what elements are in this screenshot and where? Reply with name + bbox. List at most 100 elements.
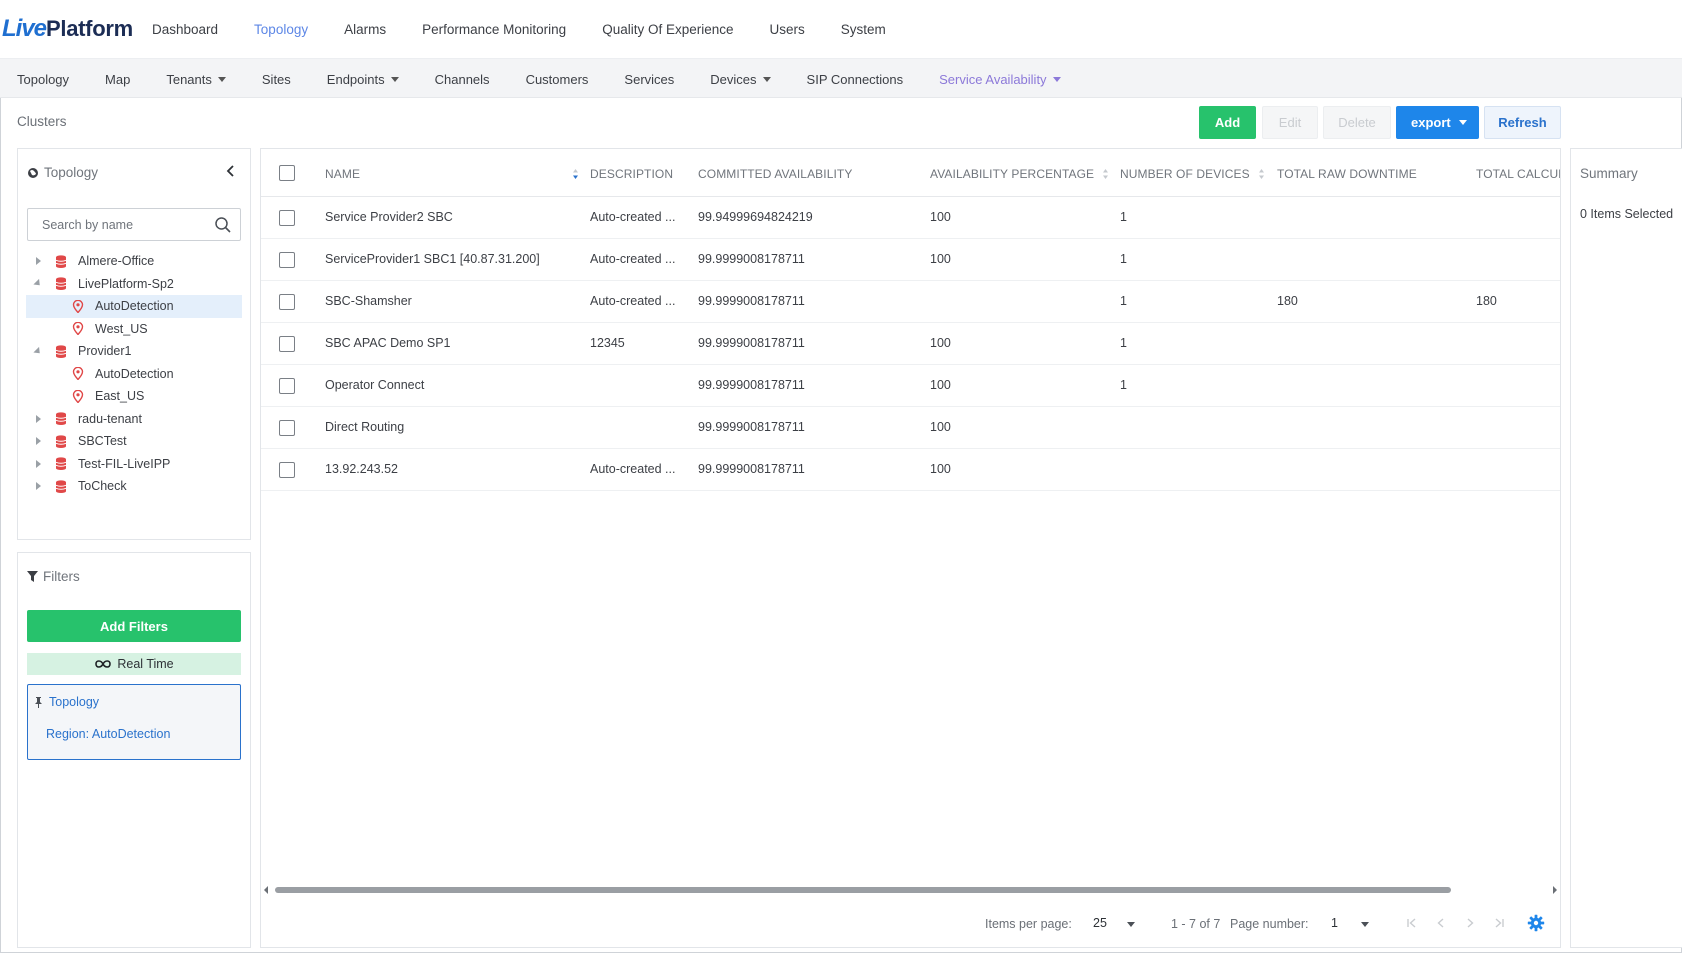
edit-button[interactable]: Edit bbox=[1262, 106, 1318, 139]
select-all-checkbox[interactable] bbox=[279, 165, 295, 181]
topnav-item-alarms[interactable]: Alarms bbox=[344, 22, 386, 37]
tree-item-region[interactable]: AutoDetection bbox=[26, 295, 242, 318]
database-icon bbox=[55, 480, 67, 493]
column-header-total-calculated[interactable]: TOTAL CALCUL bbox=[1476, 167, 1560, 181]
column-header-number-of-devices[interactable]: NUMBER OF DEVICES bbox=[1120, 167, 1265, 181]
subnav-item-channels[interactable]: Channels bbox=[435, 72, 490, 87]
table-row[interactable]: 13.92.243.52 Auto-created ... 99.999900817… bbox=[261, 449, 1560, 491]
subnav-item-sites[interactable]: Sites bbox=[262, 72, 291, 87]
tree-item-tenant[interactable]: ToCheck bbox=[26, 475, 242, 498]
row-checkbox[interactable] bbox=[279, 252, 295, 268]
export-button[interactable]: export bbox=[1396, 106, 1479, 139]
chevron-down-icon[interactable] bbox=[1127, 922, 1135, 927]
tree-item-tenant[interactable]: Almere-Office bbox=[26, 250, 242, 273]
tree-item-tenant[interactable]: Test-FIL-LiveIPP bbox=[26, 453, 242, 476]
column-header-description[interactable]: DESCRIPTION bbox=[590, 167, 673, 181]
table-row[interactable]: SBC APAC Demo SP1 12345 99.9999008178711 10… bbox=[261, 323, 1560, 365]
topnav-item-users[interactable]: Users bbox=[770, 22, 805, 37]
topology-panel: Topology Almere-Office LivePlatform-Sp2 Au… bbox=[17, 148, 251, 540]
subnav-item-label: Endpoints bbox=[326, 71, 385, 87]
sort-icon[interactable] bbox=[572, 168, 579, 180]
tree-item-tenant[interactable]: Provider1 bbox=[26, 340, 242, 363]
sort-icon[interactable] bbox=[1258, 168, 1265, 180]
column-header-name[interactable]: NAME bbox=[325, 167, 579, 181]
page-number-select[interactable]: 1 bbox=[1331, 916, 1338, 930]
tree-item-label: SBCTest bbox=[78, 434, 127, 449]
topnav-item-performance-monitoring[interactable]: Performance Monitoring bbox=[422, 22, 566, 37]
column-header-total-raw-downtime[interactable]: TOTAL RAW DOWNTIME bbox=[1277, 167, 1417, 181]
cell-committed-availability: 99.9999008178711 bbox=[698, 294, 805, 308]
table-row[interactable]: Service Provider2 SBC Auto-created ... 99.… bbox=[261, 197, 1560, 239]
column-header-committed-availability[interactable]: COMMITTED AVAILABILITY bbox=[698, 167, 852, 181]
search-icon[interactable] bbox=[214, 216, 232, 234]
location-pin-icon bbox=[72, 321, 84, 336]
last-page-icon[interactable] bbox=[1492, 916, 1506, 930]
expand-down-icon[interactable] bbox=[33, 346, 43, 356]
subnav-item-label: Customers bbox=[525, 71, 589, 87]
subnav-item-services[interactable]: Services bbox=[624, 72, 674, 87]
expand-right-icon[interactable] bbox=[33, 482, 43, 491]
chevron-left-icon[interactable] bbox=[224, 164, 238, 178]
row-checkbox[interactable] bbox=[279, 462, 295, 478]
subnav-item-sip-connections[interactable]: SIP Connections bbox=[807, 72, 904, 87]
topology-filter-region[interactable]: Region: AutoDetection bbox=[46, 727, 170, 741]
add-filters-button[interactable]: Add Filters bbox=[27, 610, 241, 642]
subnav-item-endpoints[interactable]: Endpoints bbox=[327, 72, 399, 87]
delete-button[interactable]: Delete bbox=[1323, 106, 1391, 139]
chevron-down-icon bbox=[1052, 76, 1061, 82]
row-checkbox[interactable] bbox=[279, 378, 295, 394]
first-page-icon[interactable] bbox=[1405, 916, 1419, 930]
tree-item-tenant[interactable]: radu-tenant bbox=[26, 408, 242, 431]
topnav-item-dashboard[interactable]: Dashboard bbox=[152, 22, 218, 37]
items-per-page-select[interactable]: 25 bbox=[1093, 916, 1107, 930]
real-time-toggle[interactable]: Real Time bbox=[27, 653, 241, 675]
tree-item-region[interactable]: West_US bbox=[26, 318, 242, 341]
column-header-availability-percentage[interactable]: AVAILABILITY PERCENTAGE bbox=[930, 167, 1109, 181]
chevron-down-icon[interactable] bbox=[1361, 922, 1369, 927]
topnav-item-topology[interactable]: Topology bbox=[254, 22, 308, 37]
topnav-item-system[interactable]: System bbox=[841, 22, 886, 37]
row-checkbox[interactable] bbox=[279, 210, 295, 226]
subnav-item-service-availability[interactable]: Service Availability bbox=[939, 72, 1061, 87]
subnav-item-label: Channels bbox=[434, 71, 490, 87]
subnav-item-map[interactable]: Map bbox=[105, 72, 130, 87]
topology-search-input[interactable] bbox=[28, 209, 208, 240]
add-button[interactable]: Add bbox=[1199, 106, 1256, 139]
app-logo[interactable]: Live Platform bbox=[2, 14, 133, 44]
table-row[interactable]: ServiceProvider1 SBC1 [40.87.31.200] Auto… bbox=[261, 239, 1560, 281]
refresh-button[interactable]: Refresh bbox=[1484, 106, 1561, 139]
next-page-icon[interactable] bbox=[1463, 916, 1477, 930]
expand-right-icon[interactable] bbox=[33, 257, 43, 266]
subnav-item-customers[interactable]: Customers bbox=[526, 72, 589, 87]
subnav-item-tenants[interactable]: Tenants bbox=[166, 72, 226, 87]
topology-panel-title: Topology bbox=[44, 165, 99, 180]
row-checkbox[interactable] bbox=[279, 294, 295, 310]
topnav-item-quality-of-experience[interactable]: Quality Of Experience bbox=[602, 22, 733, 37]
row-checkbox[interactable] bbox=[279, 336, 295, 352]
tree-item-tenant[interactable]: LivePlatform-Sp2 bbox=[26, 273, 242, 296]
gear-icon[interactable] bbox=[1527, 914, 1545, 932]
tree-item-tenant[interactable]: SBCTest bbox=[26, 430, 242, 453]
table-row[interactable]: SBC-Shamsher Auto-created ... 99.999900817… bbox=[261, 281, 1560, 323]
topology-filter-title[interactable]: Topology bbox=[34, 695, 99, 709]
tree-item-region[interactable]: AutoDetection bbox=[26, 363, 242, 386]
tree-item-label: radu-tenant bbox=[78, 411, 142, 426]
horizontal-scrollbar[interactable] bbox=[263, 885, 1560, 895]
table-row[interactable]: Operator Connect 99.9999008178711 100 1 bbox=[261, 365, 1560, 407]
expand-down-icon[interactable] bbox=[33, 279, 43, 289]
expand-right-icon[interactable] bbox=[33, 414, 43, 423]
scroll-right-arrow-icon[interactable] bbox=[1553, 886, 1557, 894]
scrollbar-thumb[interactable] bbox=[275, 887, 1451, 893]
tree-item-region[interactable]: East_US bbox=[26, 385, 242, 408]
expand-right-icon[interactable] bbox=[33, 459, 43, 468]
scroll-left-arrow-icon[interactable] bbox=[264, 886, 268, 894]
sort-icon[interactable] bbox=[1102, 168, 1109, 180]
table-row[interactable]: Direct Routing 99.9999008178711 100 bbox=[261, 407, 1560, 449]
subnav-item-topology[interactable]: Topology bbox=[17, 72, 69, 87]
row-checkbox[interactable] bbox=[279, 420, 295, 436]
cell-name: SBC-Shamsher bbox=[325, 294, 412, 308]
subnav-item-devices[interactable]: Devices bbox=[710, 72, 771, 87]
expand-right-icon[interactable] bbox=[33, 437, 43, 446]
previous-page-icon[interactable] bbox=[1434, 916, 1448, 930]
topology-panel-header: Topology bbox=[27, 165, 98, 180]
